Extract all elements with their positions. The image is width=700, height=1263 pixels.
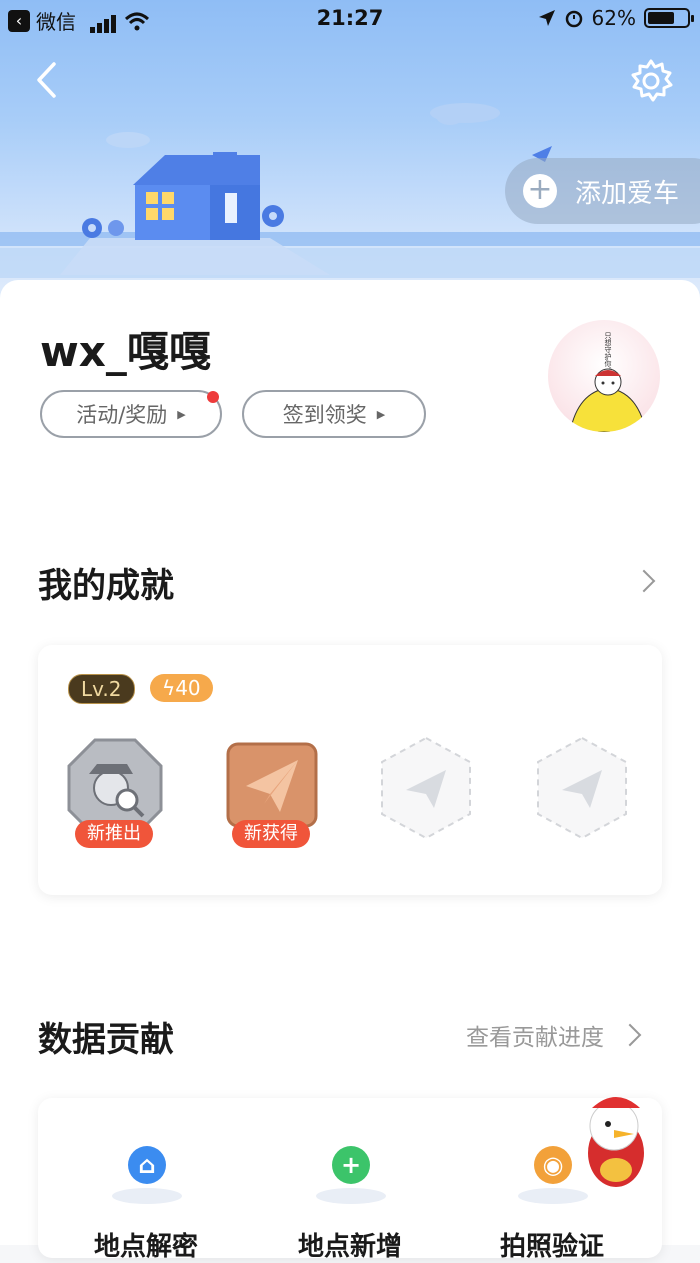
battery-percent: 62% [591, 6, 636, 30]
pin-base [112, 1188, 182, 1204]
username: wx_嘎嘎 [40, 327, 211, 376]
lightning-icon: ϟ [162, 676, 176, 700]
mascot-bird-icon[interactable] [576, 1078, 656, 1193]
locked-plane-badge-icon[interactable] [534, 736, 630, 840]
camera-icon[interactable]: ◉ [534, 1146, 572, 1184]
avatar-illustration: 只想守护你。 [569, 332, 647, 432]
energy-value: 40 [175, 676, 201, 700]
settings-gear-icon[interactable] [628, 58, 674, 104]
triangle-right-icon: ▶ [177, 407, 186, 421]
chevron-right-icon [632, 569, 656, 593]
back-arrow-icon[interactable] [34, 60, 60, 100]
achievements-more[interactable] [628, 566, 668, 596]
badge-tag-new-release: 新推出 [75, 820, 153, 848]
status-right: 62% [538, 6, 694, 30]
add-car-label: 添加爱车 [575, 178, 680, 209]
notification-dot [207, 391, 219, 403]
unlock-icon[interactable]: ⌂ [128, 1146, 166, 1184]
header-banner: ‹ 微信 21:27 62% + 添加爱车 [0, 0, 700, 300]
energy-badge: ϟ40 [150, 674, 213, 702]
view-progress-label: 查看贡献进度 [466, 1025, 604, 1051]
add-car-button[interactable]: + 添加爱车 [505, 158, 700, 224]
checkin-rewards-label: 签到领奖 [282, 403, 367, 427]
level-badge: Lv.2 [68, 674, 135, 704]
header-illustration [0, 103, 700, 278]
badge-tag-new-obtained: 新获得 [232, 820, 310, 848]
view-contribution-progress-link[interactable]: 查看贡献进度 [466, 1018, 642, 1052]
avatar[interactable]: 只想守护你。 [548, 320, 660, 432]
location-arrow-icon [538, 10, 555, 26]
plus-icon: + [523, 174, 557, 208]
triangle-right-icon: ▶ [376, 407, 386, 421]
battery-icon [644, 8, 694, 28]
contribution-title: 数据贡献 [38, 1020, 174, 1060]
activities-rewards-button[interactable]: 活动/奖励 ▶ [40, 390, 222, 438]
checkin-rewards-button[interactable]: 签到领奖 ▶ [242, 390, 426, 438]
status-bar: ‹ 微信 21:27 62% [0, 0, 700, 40]
chevron-right-icon [618, 1023, 642, 1047]
avatar-caption: 只想守护你。 [604, 332, 612, 374]
activities-rewards-label: 活动/奖励 [76, 403, 168, 427]
alarm-icon [565, 10, 582, 28]
achievements-title: 我的成就 [38, 566, 174, 606]
locked-plane-badge-icon[interactable] [378, 736, 474, 840]
pin-base [316, 1188, 386, 1204]
plus-icon[interactable]: + [332, 1146, 370, 1184]
